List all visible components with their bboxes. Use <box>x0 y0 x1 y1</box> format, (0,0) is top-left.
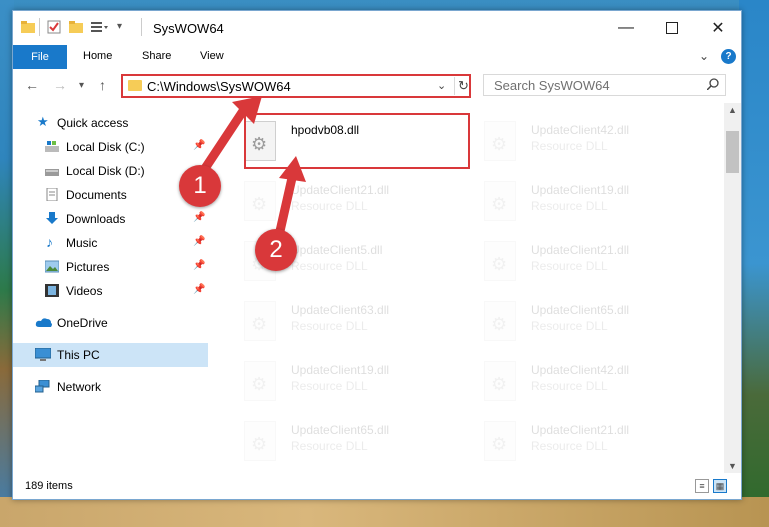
step-badge-2: 2 <box>255 229 297 271</box>
annotation-arrows <box>195 96 306 245</box>
step-badge-1: 1 <box>179 165 221 207</box>
